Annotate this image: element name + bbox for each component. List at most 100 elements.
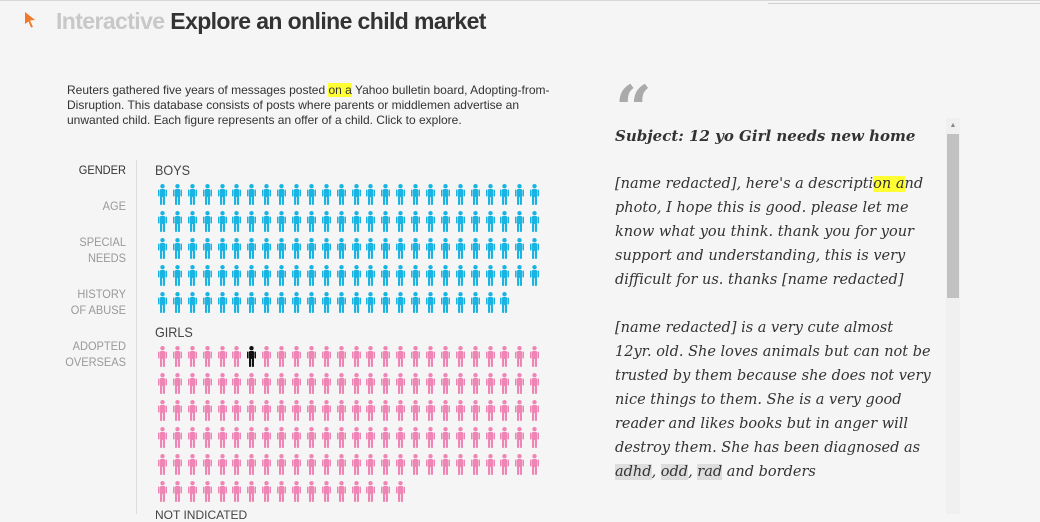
boy-figure-icon[interactable] xyxy=(512,265,527,292)
girl-figure-icon[interactable] xyxy=(319,400,334,427)
boy-figure-icon[interactable] xyxy=(483,265,498,292)
boy-figure-icon[interactable] xyxy=(512,211,527,238)
girl-figure-icon[interactable] xyxy=(408,373,423,400)
girl-figure-icon[interactable] xyxy=(155,400,170,427)
girl-figure-icon[interactable] xyxy=(363,481,378,508)
boy-figure-icon[interactable] xyxy=(527,184,542,211)
girl-figure-icon[interactable] xyxy=(512,427,527,454)
girl-figure-icon[interactable] xyxy=(244,454,259,481)
girl-figure-icon[interactable] xyxy=(453,400,468,427)
girl-figure-icon[interactable] xyxy=(229,481,244,508)
boy-figure-icon[interactable] xyxy=(393,265,408,292)
girl-figure-icon[interactable] xyxy=(393,400,408,427)
boy-figure-icon[interactable] xyxy=(527,238,542,265)
boy-figure-icon[interactable] xyxy=(497,238,512,265)
boy-figure-icon[interactable] xyxy=(215,211,230,238)
boy-figure-icon[interactable] xyxy=(363,211,378,238)
boy-figure-icon[interactable] xyxy=(334,238,349,265)
boy-figure-icon[interactable] xyxy=(215,184,230,211)
girl-figure-icon[interactable] xyxy=(423,454,438,481)
boy-figure-icon[interactable] xyxy=(512,184,527,211)
boy-figure-icon[interactable] xyxy=(527,211,542,238)
boy-figure-icon[interactable] xyxy=(274,292,289,319)
girl-figure-icon[interactable] xyxy=(304,427,319,454)
boy-figure-icon[interactable] xyxy=(244,211,259,238)
boy-figure-icon[interactable] xyxy=(229,211,244,238)
girl-figure-icon[interactable] xyxy=(393,346,408,373)
boy-figure-icon[interactable] xyxy=(170,265,185,292)
girl-figure-icon[interactable] xyxy=(229,454,244,481)
boy-figure-icon[interactable] xyxy=(497,184,512,211)
boy-figure-icon[interactable] xyxy=(185,265,200,292)
girl-figure-icon[interactable] xyxy=(334,400,349,427)
girl-figure-icon[interactable] xyxy=(334,373,349,400)
boy-figure-icon[interactable] xyxy=(319,238,334,265)
boy-figure-icon[interactable] xyxy=(170,292,185,319)
boy-figure-icon[interactable] xyxy=(155,184,170,211)
girl-figure-icon[interactable] xyxy=(363,373,378,400)
girl-figure-icon[interactable] xyxy=(408,346,423,373)
boy-figure-icon[interactable] xyxy=(349,184,364,211)
boy-figure-icon[interactable] xyxy=(527,265,542,292)
girl-figure-icon[interactable] xyxy=(215,373,230,400)
girl-figure-icon[interactable] xyxy=(244,373,259,400)
girl-figure-icon[interactable] xyxy=(319,454,334,481)
boy-figure-icon[interactable] xyxy=(423,211,438,238)
girl-figure-icon[interactable] xyxy=(527,346,542,373)
boy-figure-icon[interactable] xyxy=(185,184,200,211)
tag-adhd[interactable]: adhd xyxy=(615,464,652,480)
girl-figure-icon[interactable] xyxy=(170,427,185,454)
boy-figure-icon[interactable] xyxy=(170,184,185,211)
girl-figure-icon[interactable] xyxy=(244,427,259,454)
girl-figure-icon[interactable] xyxy=(274,454,289,481)
girl-figure-icon[interactable] xyxy=(363,427,378,454)
girl-figure-icon[interactable] xyxy=(483,454,498,481)
boy-figure-icon[interactable] xyxy=(200,292,215,319)
boy-figure-icon[interactable] xyxy=(512,238,527,265)
girl-figure-icon[interactable] xyxy=(170,373,185,400)
boy-figure-icon[interactable] xyxy=(200,184,215,211)
boy-figure-icon[interactable] xyxy=(438,292,453,319)
girl-figure-icon[interactable] xyxy=(378,454,393,481)
girl-figure-icon[interactable] xyxy=(170,454,185,481)
girl-figure-icon[interactable] xyxy=(274,427,289,454)
girl-figure-icon[interactable] xyxy=(244,346,259,373)
girl-figure-icon[interactable] xyxy=(200,481,215,508)
boy-figure-icon[interactable] xyxy=(378,238,393,265)
girl-figure-icon[interactable] xyxy=(363,400,378,427)
boy-figure-icon[interactable] xyxy=(438,211,453,238)
post-scrollbar[interactable]: ▲ xyxy=(946,118,960,514)
boy-figure-icon[interactable] xyxy=(378,184,393,211)
boy-figure-icon[interactable] xyxy=(289,292,304,319)
boy-figure-icon[interactable] xyxy=(378,265,393,292)
girl-figure-icon[interactable] xyxy=(378,481,393,508)
boy-figure-icon[interactable] xyxy=(349,292,364,319)
girl-figure-icon[interactable] xyxy=(289,427,304,454)
boy-figure-icon[interactable] xyxy=(497,211,512,238)
boy-figure-icon[interactable] xyxy=(244,184,259,211)
girl-figure-icon[interactable] xyxy=(468,454,483,481)
girl-figure-icon[interactable] xyxy=(423,427,438,454)
boy-figure-icon[interactable] xyxy=(423,265,438,292)
girl-figure-icon[interactable] xyxy=(155,481,170,508)
boy-figure-icon[interactable] xyxy=(334,211,349,238)
boy-figure-icon[interactable] xyxy=(215,265,230,292)
boy-figure-icon[interactable] xyxy=(349,238,364,265)
girl-figure-icon[interactable] xyxy=(438,427,453,454)
boy-figure-icon[interactable] xyxy=(289,238,304,265)
boy-figure-icon[interactable] xyxy=(349,265,364,292)
girl-figure-icon[interactable] xyxy=(497,454,512,481)
girl-figure-icon[interactable] xyxy=(497,373,512,400)
boy-figure-icon[interactable] xyxy=(259,238,274,265)
girl-figure-icon[interactable] xyxy=(229,400,244,427)
boy-figure-icon[interactable] xyxy=(200,211,215,238)
girl-figure-icon[interactable] xyxy=(363,454,378,481)
girl-figure-icon[interactable] xyxy=(438,400,453,427)
girl-figure-icon[interactable] xyxy=(497,427,512,454)
boy-figure-icon[interactable] xyxy=(229,292,244,319)
boy-figure-icon[interactable] xyxy=(363,265,378,292)
boy-figure-icon[interactable] xyxy=(423,238,438,265)
girl-figure-icon[interactable] xyxy=(200,373,215,400)
girl-figure-icon[interactable] xyxy=(393,481,408,508)
boy-figure-icon[interactable] xyxy=(423,292,438,319)
